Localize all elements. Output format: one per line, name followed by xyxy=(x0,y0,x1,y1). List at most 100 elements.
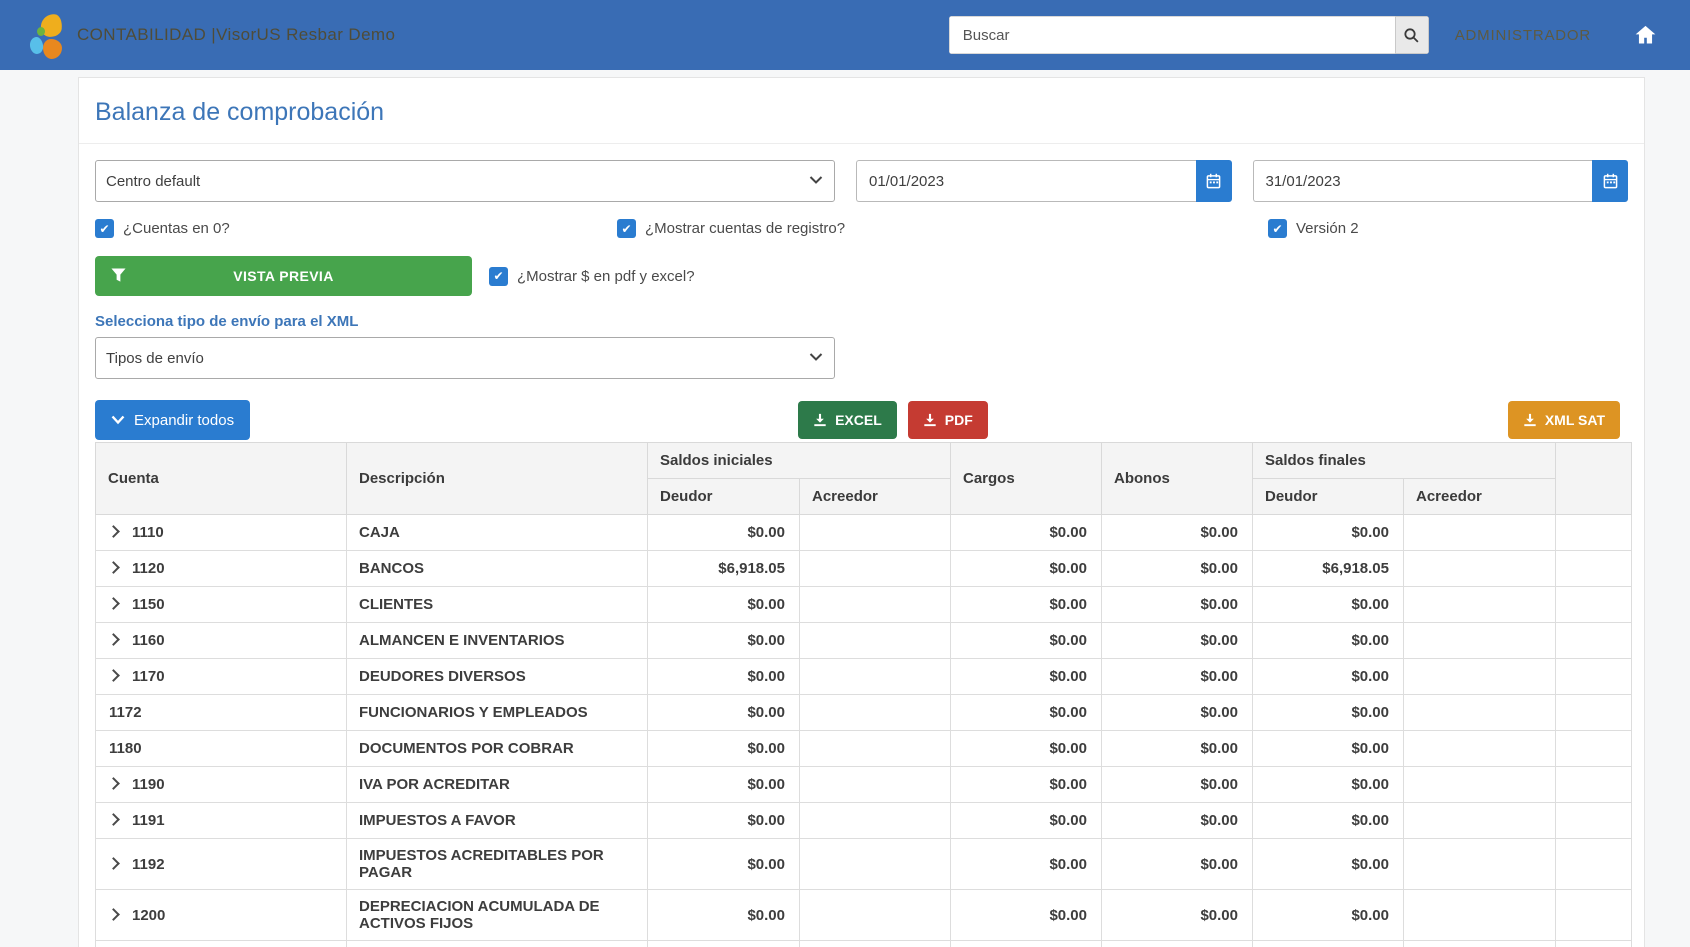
expand-chevron-right-icon[interactable] xyxy=(107,597,120,610)
home-button[interactable] xyxy=(1635,25,1656,45)
checkbox-mostrar-pdf-excel-label[interactable]: ¿Mostrar $ en pdf y excel? xyxy=(517,268,695,285)
filter-row-main: Centro default xyxy=(95,160,1628,202)
xml-section-label: Selecciona tipo de envío para el XML xyxy=(95,313,1628,330)
balanza-table: Cuenta Descripción Saldos iniciales Carg… xyxy=(95,442,1632,947)
cuenta-number: 1190 xyxy=(132,776,165,793)
amount-cell: $0.00 xyxy=(1253,839,1404,890)
action-cell xyxy=(1556,731,1632,767)
table-toolbar: Expandir todos EXCEL PDF XML SAT xyxy=(95,400,1628,440)
pdf-button[interactable]: PDF xyxy=(908,401,988,439)
table-row: 1160ALMANCEN E INVENTARIOS$0.00$0.00$0.0… xyxy=(96,623,1632,659)
cuenta-number: 1160 xyxy=(132,632,165,649)
descripcion-cell: FUNCIONARIOS Y EMPLEADOS xyxy=(347,695,648,731)
filter-row-preview: VISTA PREVIA ✔ ¿Mostrar $ en pdf y excel… xyxy=(95,256,1628,296)
header-cuenta: Cuenta xyxy=(96,443,347,515)
cuenta-cell: 1172 xyxy=(96,695,347,731)
cuenta-cell: 1190 xyxy=(96,767,347,803)
amount-cell: $0.00 xyxy=(951,515,1102,551)
expand-chevron-right-icon[interactable] xyxy=(107,908,120,921)
amount-cell: $0.00 xyxy=(648,695,800,731)
amount-cell: $0.00 xyxy=(1102,515,1253,551)
expand-chevron-right-icon[interactable] xyxy=(107,525,120,538)
amount-cell: $0.00 xyxy=(648,803,800,839)
amount-cell xyxy=(1404,659,1556,695)
checkbox-version2[interactable]: ✔ xyxy=(1268,219,1287,238)
action-cell xyxy=(1556,659,1632,695)
amount-cell: $0.00 xyxy=(648,623,800,659)
search-group xyxy=(949,16,1429,54)
amount-cell: $0.00 xyxy=(1253,890,1404,941)
expandir-todos-button[interactable]: Expandir todos xyxy=(95,400,250,440)
checkbox-mostrar-pdf-excel[interactable]: ✔ xyxy=(489,267,508,286)
amount-cell: $0.00 xyxy=(1253,623,1404,659)
expand-chevron-right-icon[interactable] xyxy=(107,813,120,826)
cuenta-number: 1170 xyxy=(132,668,165,685)
action-cell xyxy=(1556,890,1632,941)
amount-cell: $0.00 xyxy=(1102,587,1253,623)
top-navbar: CONTABILIDAD |VisorUS Resbar Demo ADMINI… xyxy=(0,0,1690,70)
checkbox-version2-item: ✔ Versión 2 xyxy=(1268,219,1359,238)
amount-cell: $0.00 xyxy=(951,623,1102,659)
tipo-envio-select[interactable]: Tipos de envío xyxy=(95,337,835,379)
checkbox-cuentas-registro[interactable]: ✔ xyxy=(617,219,636,238)
header-sf-acreedor: Acreedor xyxy=(1404,479,1556,515)
descripcion-cell: ALMANCEN E INVENTARIOS xyxy=(347,623,648,659)
amount-cell: $0.00 xyxy=(1102,890,1253,941)
amount-cell: $0.00 xyxy=(1102,767,1253,803)
amount-cell: $0.00 xyxy=(1253,515,1404,551)
action-cell xyxy=(1556,767,1632,803)
date-to-input[interactable] xyxy=(1253,160,1593,202)
action-cell xyxy=(1556,515,1632,551)
download-icon xyxy=(1523,413,1537,427)
search-button[interactable] xyxy=(1395,16,1429,54)
expand-chevron-right-icon[interactable] xyxy=(107,561,120,574)
checkbox-cuentas-cero-item: ✔ ¿Cuentas en 0? xyxy=(95,219,617,238)
date-to-calendar-button[interactable] xyxy=(1592,160,1628,202)
amount-cell: $0.00 xyxy=(648,731,800,767)
amount-cell: $0.00 xyxy=(648,587,800,623)
search-input[interactable] xyxy=(949,16,1395,54)
expand-chevron-right-icon[interactable] xyxy=(107,857,120,870)
descripcion-cell: TERRENOS xyxy=(347,941,648,947)
descripcion-cell: DEUDORES DIVERSOS xyxy=(347,659,648,695)
amount-cell: $0.00 xyxy=(951,803,1102,839)
amount-cell: $0.00 xyxy=(951,587,1102,623)
header-cargos: Cargos xyxy=(951,443,1102,515)
date-from-input[interactable] xyxy=(856,160,1196,202)
amount-cell: $0.00 xyxy=(951,695,1102,731)
amount-cell xyxy=(1404,767,1556,803)
amount-cell xyxy=(800,803,951,839)
table-row: 1200DEPRECIACION ACUMULADA DE ACTIVOS FI… xyxy=(96,890,1632,941)
amount-cell xyxy=(800,890,951,941)
date-from-calendar-button[interactable] xyxy=(1196,160,1232,202)
checkbox-cuentas-registro-item: ✔ ¿Mostrar cuentas de registro? xyxy=(617,219,1268,238)
xml-sat-button[interactable]: XML SAT xyxy=(1508,401,1620,439)
chevron-down-icon xyxy=(111,415,125,425)
table-row: 1150CLIENTES$0.00$0.00$0.00$0.00 xyxy=(96,587,1632,623)
checkbox-cuentas-cero-label[interactable]: ¿Cuentas en 0? xyxy=(123,220,230,237)
excel-button[interactable]: EXCEL xyxy=(798,401,897,439)
cuenta-number: 1110 xyxy=(132,524,164,541)
checkbox-version2-label[interactable]: Versión 2 xyxy=(1296,220,1359,237)
descripcion-cell: DEPRECIACION ACUMULADA DE ACTIVOS FIJOS xyxy=(347,890,648,941)
amount-cell: $0.00 xyxy=(951,659,1102,695)
amount-cell xyxy=(800,515,951,551)
checkbox-cuentas-cero[interactable]: ✔ xyxy=(95,219,114,238)
cuenta-number: 1180 xyxy=(109,740,142,757)
cuenta-cell: 1110 xyxy=(96,515,347,551)
centro-select[interactable]: Centro default xyxy=(95,160,835,202)
amount-cell xyxy=(1404,731,1556,767)
expand-chevron-right-icon[interactable] xyxy=(107,669,120,682)
vista-previa-button[interactable]: VISTA PREVIA xyxy=(95,256,472,296)
filter-row-checkboxes: ✔ ¿Cuentas en 0? ✔ ¿Mostrar cuentas de r… xyxy=(95,219,1628,238)
amount-cell xyxy=(1404,941,1556,947)
expand-chevron-right-icon[interactable] xyxy=(107,633,120,646)
amount-cell: $0.00 xyxy=(1253,803,1404,839)
header-saldos-iniciales: Saldos iniciales xyxy=(648,443,951,479)
amount-cell: $0.00 xyxy=(1253,587,1404,623)
descripcion-cell: DOCUMENTOS POR COBRAR xyxy=(347,731,648,767)
user-label[interactable]: ADMINISTRADOR xyxy=(1455,27,1591,44)
expand-chevron-right-icon[interactable] xyxy=(107,777,120,790)
checkbox-cuentas-registro-label[interactable]: ¿Mostrar cuentas de registro? xyxy=(645,220,845,237)
check-icon: ✔ xyxy=(99,223,109,235)
